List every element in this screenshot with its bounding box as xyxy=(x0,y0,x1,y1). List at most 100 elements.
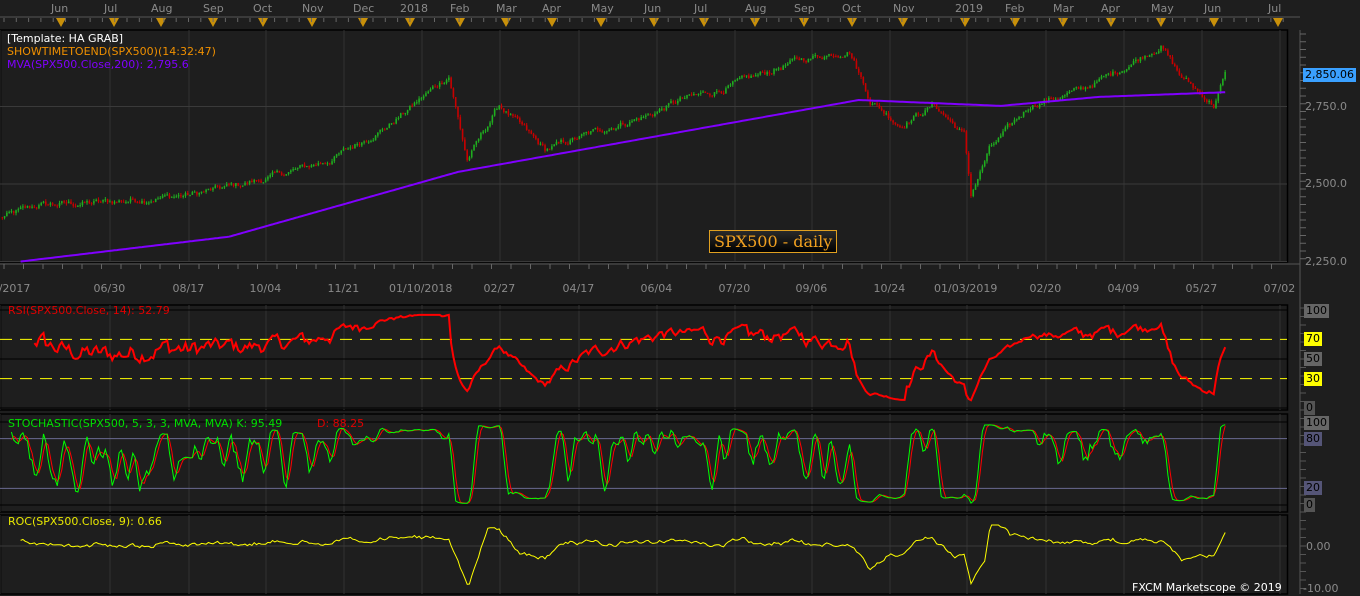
candle-body xyxy=(750,75,752,79)
candle-body xyxy=(118,200,120,202)
date-label: 02/20 xyxy=(1029,282,1062,295)
candle-body xyxy=(766,72,768,75)
candle-body xyxy=(1222,79,1224,86)
candle-body xyxy=(205,189,207,192)
candle-body xyxy=(1141,57,1144,59)
candle-body xyxy=(274,172,276,174)
candle-body xyxy=(1086,87,1089,89)
candle-body xyxy=(203,191,205,193)
candle-body xyxy=(626,125,629,127)
candle-body xyxy=(468,157,471,161)
candle-body xyxy=(109,201,111,203)
chart-canvas[interactable] xyxy=(0,0,1360,596)
candle-body xyxy=(180,195,182,197)
candle-body xyxy=(1091,86,1094,88)
date-label: 07/20 xyxy=(718,282,751,295)
candle-body xyxy=(189,194,191,196)
candle-body xyxy=(331,161,333,165)
month-marker-icon xyxy=(847,18,857,27)
candle-body xyxy=(796,57,798,59)
candle-body xyxy=(306,166,308,168)
month-label: Oct xyxy=(253,2,273,15)
candle-body xyxy=(212,188,214,191)
stoch-tick-100: 100 xyxy=(1304,416,1329,430)
month-label: Jun xyxy=(1204,2,1222,15)
candle-body xyxy=(184,193,187,196)
rsi-line xyxy=(33,313,1227,402)
candle-body xyxy=(1119,72,1121,75)
candle-body xyxy=(551,146,553,150)
candle-body xyxy=(789,60,791,64)
candle-body xyxy=(255,179,258,181)
month-marker-icon xyxy=(1010,18,1020,27)
candle-body xyxy=(1190,81,1192,84)
candle-body xyxy=(1080,87,1082,89)
candle-body xyxy=(1018,117,1020,120)
candle-body xyxy=(560,139,562,143)
month-label: 2019 xyxy=(955,2,983,15)
candle-body xyxy=(125,201,127,203)
candle-body xyxy=(83,201,86,203)
candle-body xyxy=(1075,87,1078,89)
candle-body xyxy=(317,163,320,166)
month-label: Apr xyxy=(1101,2,1121,15)
candle-body xyxy=(370,141,372,143)
candle-body xyxy=(665,105,668,111)
month-label: Jul xyxy=(1268,2,1282,15)
candle-body xyxy=(977,179,979,186)
candle-body xyxy=(697,93,700,95)
date-label: 06/30 xyxy=(93,282,126,295)
date-label: 06/04 xyxy=(640,282,673,295)
candle-body xyxy=(821,57,823,60)
candle-body xyxy=(1185,77,1188,79)
month-marker-icon xyxy=(699,18,709,27)
candle-body xyxy=(299,165,301,168)
candle-body xyxy=(546,148,549,151)
candle-body xyxy=(912,116,915,121)
stoch-tick-0: 0 xyxy=(1304,498,1315,512)
candle-body xyxy=(938,108,940,112)
candle-body xyxy=(358,144,361,146)
candle-body xyxy=(54,204,56,206)
candle-body xyxy=(990,144,993,147)
candle-body xyxy=(93,201,95,204)
month-label: Feb xyxy=(450,2,470,15)
candle-body xyxy=(649,114,652,116)
candle-body xyxy=(1070,90,1073,92)
candle-body xyxy=(420,98,423,100)
candle-body xyxy=(58,202,61,206)
candle-body xyxy=(656,111,659,114)
candle-body xyxy=(432,86,434,89)
candle-body xyxy=(413,102,416,106)
candle-body xyxy=(404,113,407,115)
candle-body xyxy=(896,124,899,126)
candle-body xyxy=(885,113,888,115)
candle-body xyxy=(807,58,810,63)
candle-body xyxy=(308,166,310,168)
candle-body xyxy=(319,163,322,165)
candle-body xyxy=(622,122,624,125)
candle-body xyxy=(344,148,347,150)
candle-body xyxy=(56,205,59,207)
candle-body xyxy=(773,69,775,74)
candle-body xyxy=(168,194,171,198)
candle-body xyxy=(816,55,819,57)
candle-body xyxy=(338,153,340,155)
candle-body xyxy=(619,122,622,127)
candle-body xyxy=(1004,127,1007,132)
rsi-tick-100: 100 xyxy=(1304,304,1329,318)
candle-body xyxy=(851,53,853,59)
candle-body xyxy=(729,84,732,86)
candle-body xyxy=(484,130,487,132)
candle-body xyxy=(427,91,430,94)
candle-body xyxy=(388,123,391,128)
candle-body xyxy=(754,75,757,77)
candle-body xyxy=(1066,93,1068,96)
month-marker-icon xyxy=(455,18,465,27)
date-label: 11/21 xyxy=(327,282,360,295)
candle-body xyxy=(470,150,473,158)
candle-body xyxy=(45,201,47,205)
candle-body xyxy=(594,127,597,130)
candle-body xyxy=(1089,86,1091,88)
candle-body xyxy=(127,201,130,203)
